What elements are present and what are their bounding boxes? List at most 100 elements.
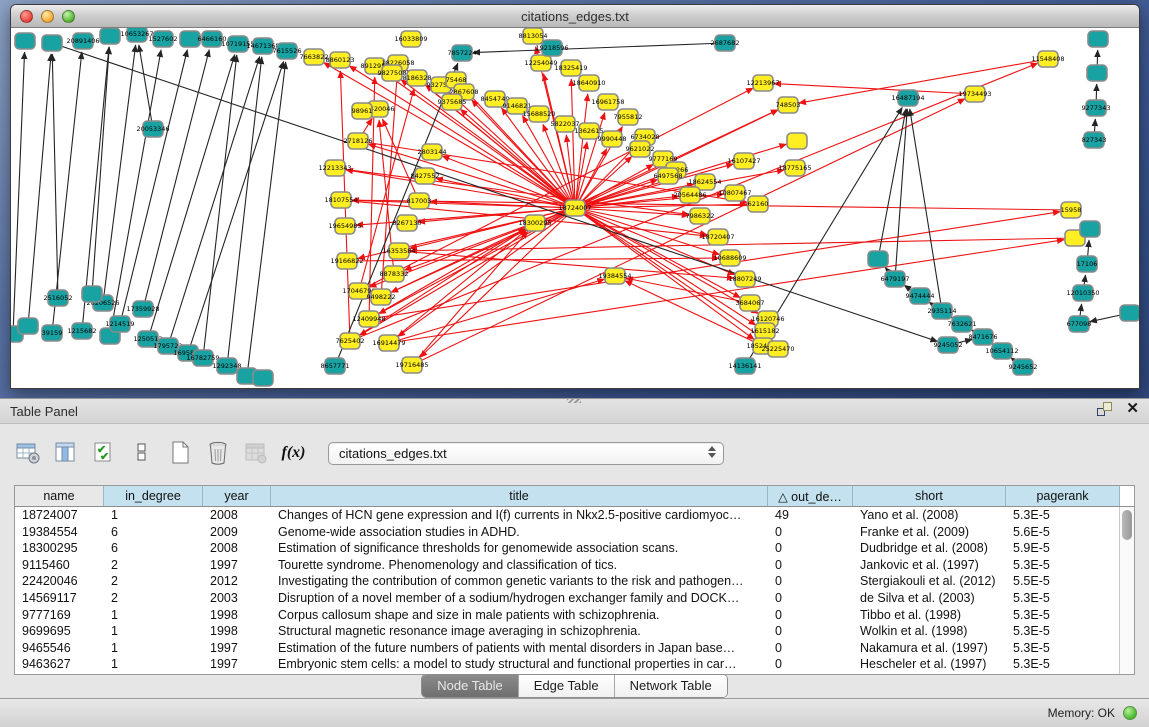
graph-node[interactable] <box>868 251 888 267</box>
table-cell: 5.5E-5 <box>1006 573 1120 590</box>
graph-edge[interactable] <box>92 47 109 294</box>
table-cell: 5.3E-5 <box>1006 590 1120 607</box>
graph-edge[interactable] <box>52 54 58 298</box>
graph-node[interactable] <box>1087 65 1107 81</box>
graph-node-label: 19654985 <box>328 222 361 230</box>
graph-node[interactable] <box>253 370 273 386</box>
graph-node-label: 2935114 <box>928 307 957 315</box>
table-cell: 9115460 <box>15 557 104 574</box>
table-row[interactable]: 2242004622012Investigating the contribut… <box>15 573 1134 590</box>
column-header-pagerank[interactable]: pagerank <box>1006 486 1120 506</box>
graph-node[interactable] <box>82 286 102 302</box>
graph-node-label: 18624554 <box>688 178 721 186</box>
graph-edge[interactable] <box>398 208 575 337</box>
graph-node[interactable] <box>1080 221 1100 237</box>
graph-node-label: 817003 <box>407 197 432 205</box>
table-row[interactable]: 1872400712008Changes of HCN gene express… <box>15 507 1134 524</box>
column-header-name[interactable]: name <box>15 486 104 506</box>
function-icon[interactable]: f(x) <box>280 440 307 467</box>
table-row[interactable]: 1456911722003Disruption of a novel membe… <box>15 590 1134 607</box>
tab-node-table[interactable]: Node Table <box>422 675 519 697</box>
graph-edge[interactable] <box>148 55 235 339</box>
column-header-year[interactable]: year <box>203 486 271 506</box>
graph-node-label: 12213343 <box>318 164 351 172</box>
table-cell: Tibbo et al. (1998) <box>853 607 1006 624</box>
table-cell: Estimation of the future numbers of pati… <box>271 640 768 657</box>
column-header-short[interactable]: short <box>853 486 1006 506</box>
table-row[interactable]: 1830029562008Estimation of significance … <box>15 540 1134 557</box>
splitter-grip[interactable] <box>567 398 581 403</box>
graph-node-label: 7955812 <box>614 113 643 121</box>
graph-edge[interactable] <box>139 45 153 129</box>
graph-node[interactable] <box>42 35 62 51</box>
graph-node[interactable] <box>100 28 120 44</box>
graph-edge[interactable] <box>143 50 209 309</box>
graph-edge[interactable] <box>103 45 136 303</box>
table-cell: 1997 <box>203 557 271 574</box>
table-cell: 9777169 <box>15 607 104 624</box>
graph-edge[interactable] <box>52 43 938 341</box>
close-panel-icon[interactable]: ✕ <box>1126 402 1139 416</box>
column-header-out_de[interactable]: △ out_de… <box>768 486 853 506</box>
graph-edge[interactable] <box>412 231 528 365</box>
table-cell: Nakamura et al. (1997) <box>853 640 1006 657</box>
table-row[interactable]: 977716911998Corpus callosum shape and si… <box>15 607 1134 624</box>
graph-node[interactable] <box>18 318 38 334</box>
rows-icon[interactable] <box>128 440 155 467</box>
graph-edge[interactable] <box>473 43 725 53</box>
graph-node-label: 9245652 <box>1009 363 1038 371</box>
delete-trash-icon[interactable] <box>204 440 231 467</box>
graph-edge[interactable] <box>442 156 575 208</box>
table-cell: de Silva et al. (2003) <box>853 590 1006 607</box>
graph-edge[interactable] <box>203 55 237 358</box>
graph-node-label: 6479197 <box>881 275 910 283</box>
graph-node[interactable] <box>15 33 35 49</box>
graph-node[interactable] <box>787 133 807 149</box>
table-cell: 5.3E-5 <box>1006 557 1120 574</box>
table-settings-icon[interactable] <box>14 440 41 467</box>
graph-node-label: 6734028 <box>631 133 660 141</box>
graph-edge[interactable] <box>247 62 286 376</box>
graph-node-label: 1527602 <box>149 35 178 43</box>
scrollbar-thumb[interactable] <box>1122 510 1132 540</box>
table-import-checks-icon[interactable]: ✔✔ <box>90 440 117 467</box>
table-cell: 1997 <box>203 640 271 657</box>
graph-node-label: 18300295 <box>518 219 551 227</box>
graph-edge[interactable] <box>28 54 51 326</box>
table-row[interactable]: 946554611997Estimation of the future num… <box>15 640 1134 657</box>
tab-edge-table[interactable]: Edge Table <box>519 675 615 697</box>
column-header-in_degree[interactable]: in_degree <box>104 486 203 506</box>
graph-node-label: 16120746 <box>751 315 784 323</box>
vertical-scrollbar[interactable] <box>1119 507 1134 674</box>
graph-node[interactable] <box>1088 31 1108 47</box>
graph-edge[interactable] <box>369 212 1060 319</box>
new-document-icon[interactable] <box>166 440 193 467</box>
table-row[interactable]: 1938455462009Genome-wide association stu… <box>15 524 1134 541</box>
table-cell: 0 <box>768 656 853 673</box>
table-cell: Wolkin et al. (1998) <box>853 623 1006 640</box>
graph-node-label: 8878332 <box>380 270 409 278</box>
graph-node-label: 18775165 <box>778 164 811 172</box>
table-cell: Corpus callosum shape and size in male p… <box>271 607 768 624</box>
graph-node[interactable] <box>1120 305 1139 321</box>
table-columns-icon[interactable] <box>52 440 79 467</box>
column-header-title[interactable]: title <box>271 486 768 506</box>
window-titlebar[interactable]: citations_edges.txt <box>11 5 1139 28</box>
graph-edge[interactable] <box>774 84 975 94</box>
graph-edge[interactable] <box>352 200 1071 210</box>
graph-node-label: 8860123 <box>326 56 355 64</box>
graph-node-label: 2516052 <box>44 294 73 302</box>
table-row[interactable]: 946362711997Embryonic stem cells: a mode… <box>15 656 1134 673</box>
network-view[interactable]: 1872400718300295193845542242004676638228… <box>11 28 1139 388</box>
float-panel-icon[interactable] <box>1097 402 1112 416</box>
graph-edge[interactable] <box>110 50 161 336</box>
graph-edge[interactable] <box>13 52 25 334</box>
graph-edge[interactable] <box>910 109 942 311</box>
graph-node-label: 18724007 <box>558 204 591 212</box>
table-row[interactable]: 911546021997Tourette syndrome. Phenomeno… <box>15 557 1134 574</box>
table-selector-dropdown[interactable]: citations_edges.txt <box>328 442 724 465</box>
tab-network-table[interactable]: Network Table <box>615 675 727 697</box>
table-cell: Disruption of a novel member of a sodium… <box>271 590 768 607</box>
table-cell: 5.3E-5 <box>1006 640 1120 657</box>
table-row[interactable]: 969969511998Structural magnetic resonanc… <box>15 623 1134 640</box>
